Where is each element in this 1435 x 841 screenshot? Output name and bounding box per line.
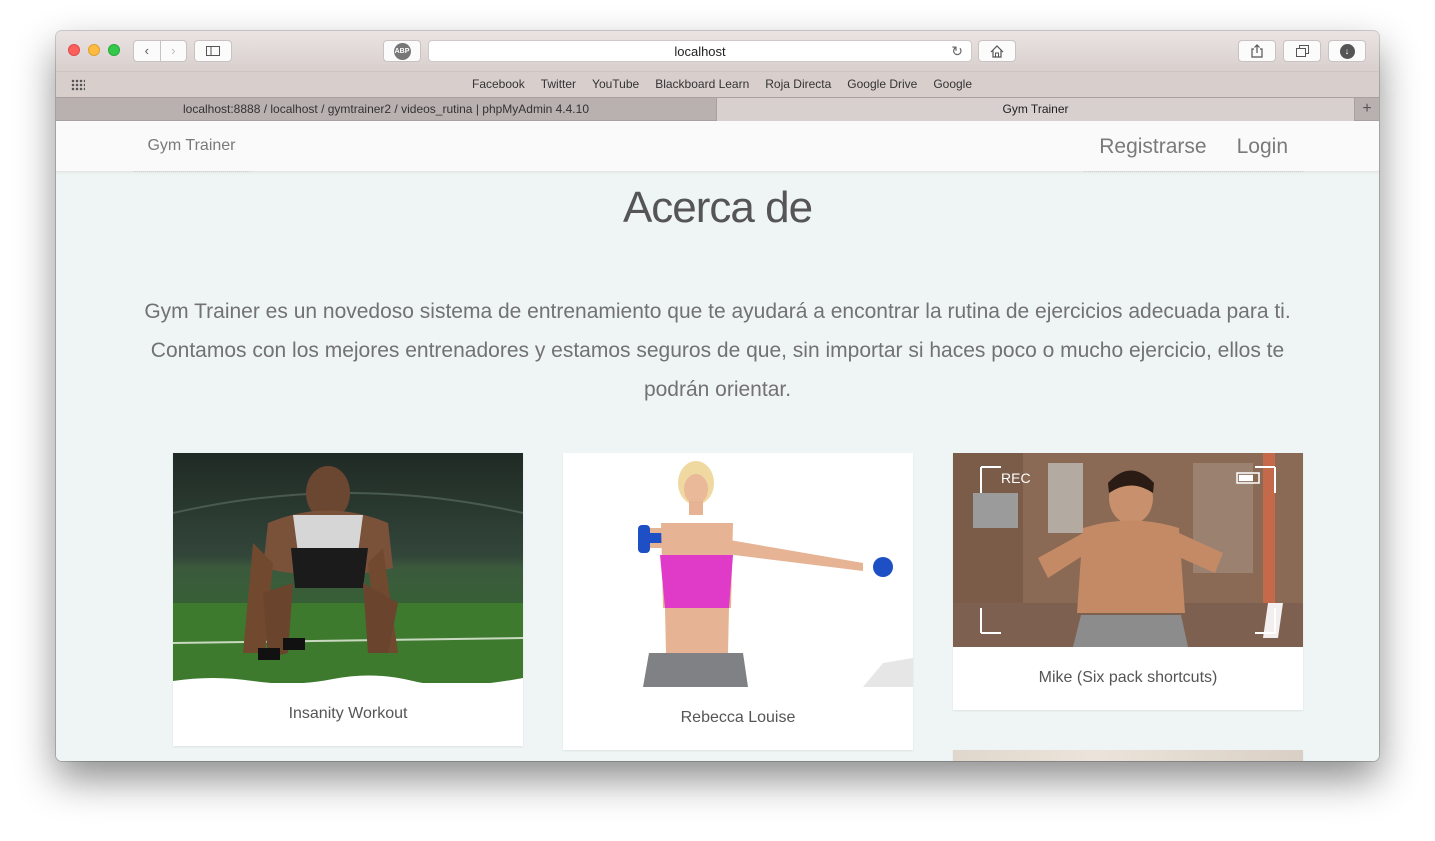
history-nav: ‹ › <box>133 40 187 62</box>
close-window-button[interactable] <box>68 44 80 56</box>
adblock-button[interactable]: ABP <box>383 40 421 62</box>
tab-gym-trainer[interactable]: Gym Trainer <box>716 98 1355 121</box>
home-button[interactable] <box>978 40 1016 62</box>
trainer-card-rebecca[interactable]: Rebecca Louise <box>563 453 913 750</box>
trainer-card-insanity[interactable]: Insanity Workout <box>173 453 523 746</box>
page-title: Acerca de <box>622 183 813 232</box>
trainer-card-partial[interactable] <box>953 750 1303 761</box>
home-icon <box>990 44 1004 58</box>
top-sites-grid-icon[interactable] <box>71 79 85 91</box>
downloads-button[interactable]: ↓ <box>1328 40 1366 62</box>
reload-icon[interactable]: ↻ <box>951 41 963 62</box>
bookmark-blackboard[interactable]: Blackboard Learn <box>655 77 749 91</box>
trainer-name: Mike (Six pack shortcuts) <box>1038 669 1218 686</box>
browser-toolbar: ‹ › ABP localhost ↻ ↓ <box>56 31 1379 71</box>
address-bar[interactable]: localhost ↻ <box>428 40 972 62</box>
trainer-card-mike[interactable]: REC Mike (Six pack shortcuts) <box>953 453 1303 710</box>
back-icon[interactable]: ‹ <box>134 41 161 61</box>
login-link[interactable]: Login <box>1222 121 1303 171</box>
tab-phpmyadmin[interactable]: localhost:8888 / localhost / gymtrainer2… <box>56 98 716 121</box>
browser-window: ‹ › ABP localhost ↻ ↓ Facebook Twitter Y… <box>56 31 1379 761</box>
bookmark-google-drive[interactable]: Google Drive <box>847 77 917 91</box>
bookmark-list: Facebook Twitter YouTube Blackboard Lear… <box>472 77 972 91</box>
share-icon <box>1251 44 1263 58</box>
nav-links: Registrarse Login <box>1084 121 1303 172</box>
bookmark-roja-directa[interactable]: Roja Directa <box>765 77 831 91</box>
tabs-icon <box>1295 45 1309 57</box>
bookmark-google[interactable]: Google <box>933 77 972 91</box>
adblock-icon: ABP <box>393 42 411 60</box>
bookmark-youtube[interactable]: YouTube <box>592 77 639 91</box>
download-icon: ↓ <box>1339 43 1355 59</box>
rec-overlay-label: REC <box>1001 470 1031 486</box>
intro-paragraph: Gym Trainer es un novedoso sistema de en… <box>144 300 1291 401</box>
new-tab-icon[interactable]: + <box>1355 98 1379 121</box>
show-tabs-button[interactable] <box>1283 40 1321 62</box>
trainer-photo-rebecca <box>563 453 913 687</box>
sidebar-toggle-button[interactable] <box>194 40 232 62</box>
maximize-window-button[interactable] <box>108 44 120 56</box>
share-button[interactable] <box>1238 40 1276 62</box>
site-brand-link[interactable]: Gym Trainer <box>133 121 250 172</box>
trainer-photo-insanity <box>173 453 523 683</box>
bookmark-facebook[interactable]: Facebook <box>472 77 525 91</box>
sidebar-icon <box>206 46 220 56</box>
trainer-name: Insanity Workout <box>288 705 408 722</box>
site-navbar: Gym Trainer Registrarse Login <box>56 121 1379 172</box>
forward-icon[interactable]: › <box>161 41 187 61</box>
trainer-photo-mike: REC <box>953 453 1303 647</box>
web-page: Gym Trainer Registrarse Login Acerca de … <box>56 121 1379 761</box>
tab-bar: localhost:8888 / localhost / gymtrainer2… <box>56 97 1379 121</box>
address-text: localhost <box>674 44 726 59</box>
register-link[interactable]: Registrarse <box>1084 121 1221 171</box>
bookmark-twitter[interactable]: Twitter <box>541 77 576 91</box>
trainer-name: Rebecca Louise <box>680 709 796 726</box>
minimize-window-button[interactable] <box>88 44 100 56</box>
bookmarks-bar: Facebook Twitter YouTube Blackboard Lear… <box>56 71 1379 97</box>
